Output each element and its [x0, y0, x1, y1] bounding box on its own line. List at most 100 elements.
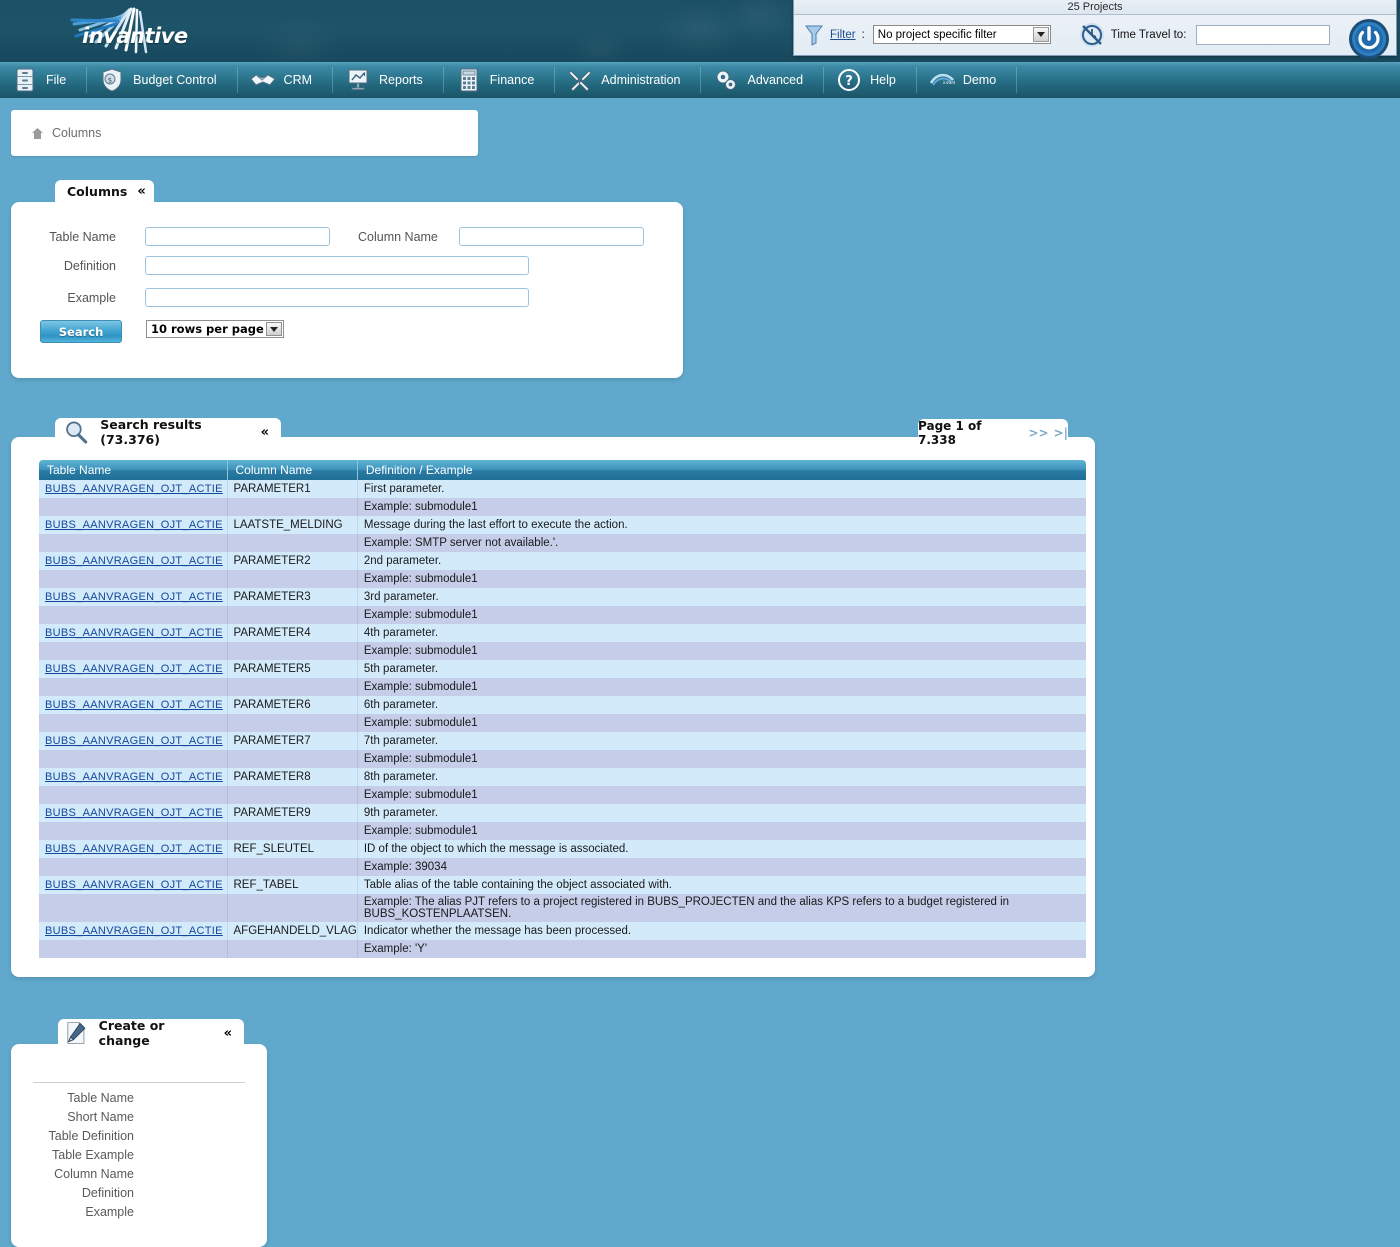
- pager-text: Page 1 of 7.338: [918, 419, 1023, 447]
- chevron-down-icon[interactable]: [1033, 27, 1049, 42]
- table-name-input[interactable]: [145, 227, 330, 246]
- chevron-up-icon[interactable]: «: [224, 1027, 232, 1040]
- time-travel-input[interactable]: [1196, 25, 1330, 45]
- table-row-example: Example: submodule1: [39, 822, 1086, 840]
- menu-label-help: Help: [870, 73, 916, 87]
- column-name-input[interactable]: [459, 227, 644, 246]
- table-row: BUBS_AANVRAGEN_OJT_ACTIE AFGEHANDELD_VLAG…: [39, 922, 1086, 940]
- time-travel-clock-icon[interactable]: [1079, 22, 1105, 48]
- menu-item-administration[interactable]: Administration: [555, 62, 700, 98]
- cell-table-name: BUBS_AANVRAGEN_OJT_ACTIE: [39, 876, 227, 894]
- rows-per-page-select[interactable]: 10 rows per page: [146, 320, 284, 338]
- table-name-link[interactable]: BUBS_AANVRAGEN_OJT_ACTIE: [45, 735, 223, 747]
- home-icon: [31, 127, 44, 140]
- tab-columns[interactable]: Columns «: [55, 180, 154, 203]
- presentation-chart-icon: [343, 67, 373, 93]
- menu-item-file[interactable]: File: [0, 62, 86, 98]
- menu-label-advanced: Advanced: [747, 73, 823, 87]
- breadcrumb[interactable]: Columns: [11, 110, 478, 156]
- menu-item-finance[interactable]: Finance: [444, 62, 554, 98]
- example-input[interactable]: [145, 288, 529, 307]
- cell-empty: [39, 894, 227, 922]
- cell-empty: [227, 606, 357, 624]
- cell-example: Example: submodule1: [357, 642, 1086, 660]
- menu-label-demo: Demo: [963, 73, 1016, 87]
- create-form-label: Definition: [11, 1187, 134, 1200]
- cell-column-name: PARAMETER9: [227, 804, 357, 822]
- table-name-link[interactable]: BUBS_AANVRAGEN_OJT_ACTIE: [45, 483, 223, 495]
- cell-table-name: BUBS_AANVRAGEN_OJT_ACTIE: [39, 660, 227, 678]
- table-name-link[interactable]: BUBS_AANVRAGEN_OJT_ACTIE: [45, 879, 223, 891]
- cell-example: Example: SMTP server not available.'.: [357, 534, 1086, 552]
- project-filter-value: No project specific filter: [878, 29, 997, 41]
- cell-definition: Message during the last effort to execut…: [357, 516, 1086, 534]
- table-name-link[interactable]: BUBS_AANVRAGEN_OJT_ACTIE: [45, 627, 223, 639]
- table-name-link[interactable]: BUBS_AANVRAGEN_OJT_ACTIE: [45, 519, 223, 531]
- tab-search-results[interactable]: Search results (73.376) «: [55, 418, 281, 446]
- tab-create-or-change[interactable]: Create or change «: [58, 1019, 244, 1047]
- time-travel-label: Time Travel to:: [1111, 29, 1187, 41]
- next-page-button[interactable]: >>: [1028, 426, 1048, 440]
- money-shield-icon: $: [97, 67, 127, 93]
- create-form-label: Column Name: [11, 1168, 134, 1181]
- table-name-link[interactable]: BUBS_AANVRAGEN_OJT_ACTIE: [45, 699, 223, 711]
- cell-table-name: BUBS_AANVRAGEN_OJT_ACTIE: [39, 840, 227, 858]
- question-mark-icon: ?: [834, 67, 864, 93]
- rows-per-page-value: 10 rows per page: [151, 322, 264, 336]
- cell-column-name: PARAMETER8: [227, 768, 357, 786]
- filter-link[interactable]: Filter: [830, 29, 856, 41]
- cell-empty: [227, 858, 357, 876]
- table-row-example: Example: submodule1: [39, 786, 1086, 804]
- cell-empty: [39, 714, 227, 732]
- table-name-link[interactable]: BUBS_AANVRAGEN_OJT_ACTIE: [45, 925, 223, 937]
- svg-text:invantive: invantive: [943, 80, 955, 85]
- label-column-name: Column Name: [358, 230, 438, 244]
- table-name-link[interactable]: BUBS_AANVRAGEN_OJT_ACTIE: [45, 555, 223, 567]
- menu-item-budget-control[interactable]: $ Budget Control: [87, 62, 236, 98]
- power-logout-icon[interactable]: [1348, 18, 1390, 60]
- main-menu-bar: File $ Budget Control CRM: [0, 62, 1400, 98]
- search-button[interactable]: Search: [40, 320, 122, 343]
- cell-definition: ID of the object to which the message is…: [357, 840, 1086, 858]
- header-table-name: Table Name: [39, 460, 227, 480]
- menu-label-finance: Finance: [490, 73, 554, 87]
- menu-label-budget-control: Budget Control: [133, 73, 236, 87]
- table-name-link[interactable]: BUBS_AANVRAGEN_OJT_ACTIE: [45, 771, 223, 783]
- project-filter-select[interactable]: No project specific filter: [873, 25, 1051, 44]
- menu-item-crm[interactable]: CRM: [238, 62, 332, 98]
- chevron-down-icon[interactable]: [266, 322, 282, 336]
- menu-item-reports[interactable]: Reports: [333, 62, 443, 98]
- definition-input[interactable]: [145, 256, 529, 275]
- table-row: BUBS_AANVRAGEN_OJT_ACTIEPARAMETER88th pa…: [39, 768, 1086, 786]
- cell-column-name: PARAMETER5: [227, 660, 357, 678]
- menu-item-advanced[interactable]: Advanced: [701, 62, 823, 98]
- cell-empty: [227, 534, 357, 552]
- table-row-example: Example: submodule1: [39, 750, 1086, 768]
- chevron-up-icon[interactable]: «: [137, 185, 145, 198]
- tab-create-or-change-label: Create or change: [99, 1018, 214, 1048]
- menu-item-demo[interactable]: invantive Demo: [917, 62, 1016, 98]
- cell-table-name: BUBS_AANVRAGEN_OJT_ACTIE: [39, 552, 227, 570]
- search-button-label: Search: [59, 325, 104, 339]
- svg-text:$: $: [108, 77, 112, 85]
- cell-example: Example: submodule1: [357, 498, 1086, 516]
- header-definition-example: Definition / Example: [357, 460, 1086, 480]
- table-name-link[interactable]: BUBS_AANVRAGEN_OJT_ACTIE: [45, 807, 223, 819]
- cell-example: Example: submodule1: [357, 570, 1086, 588]
- last-page-button[interactable]: >|: [1054, 426, 1068, 440]
- menu-item-help[interactable]: ? Help: [824, 62, 916, 98]
- table-name-link[interactable]: BUBS_AANVRAGEN_OJT_ACTIE: [45, 663, 223, 675]
- cell-example: Example: submodule1: [357, 822, 1086, 840]
- cell-example: Example: submodule1: [357, 714, 1086, 732]
- cell-column-name: AFGEHANDELD_VLAG: [227, 922, 357, 940]
- search-results-panel: Table Name Column Name Definition / Exam…: [11, 437, 1095, 977]
- cell-example: Example: submodule1: [357, 606, 1086, 624]
- table-header-row: Table Name Column Name Definition / Exam…: [39, 460, 1086, 480]
- create-or-change-panel: Table NameShort NameTable DefinitionTabl…: [11, 1044, 267, 1247]
- table-name-link[interactable]: BUBS_AANVRAGEN_OJT_ACTIE: [45, 843, 223, 855]
- chevron-up-icon[interactable]: «: [261, 426, 269, 439]
- cell-empty: [39, 498, 227, 516]
- cell-definition: First parameter.: [357, 480, 1086, 498]
- table-name-link[interactable]: BUBS_AANVRAGEN_OJT_ACTIE: [45, 591, 223, 603]
- cell-definition: Table alias of the table containing the …: [357, 876, 1086, 894]
